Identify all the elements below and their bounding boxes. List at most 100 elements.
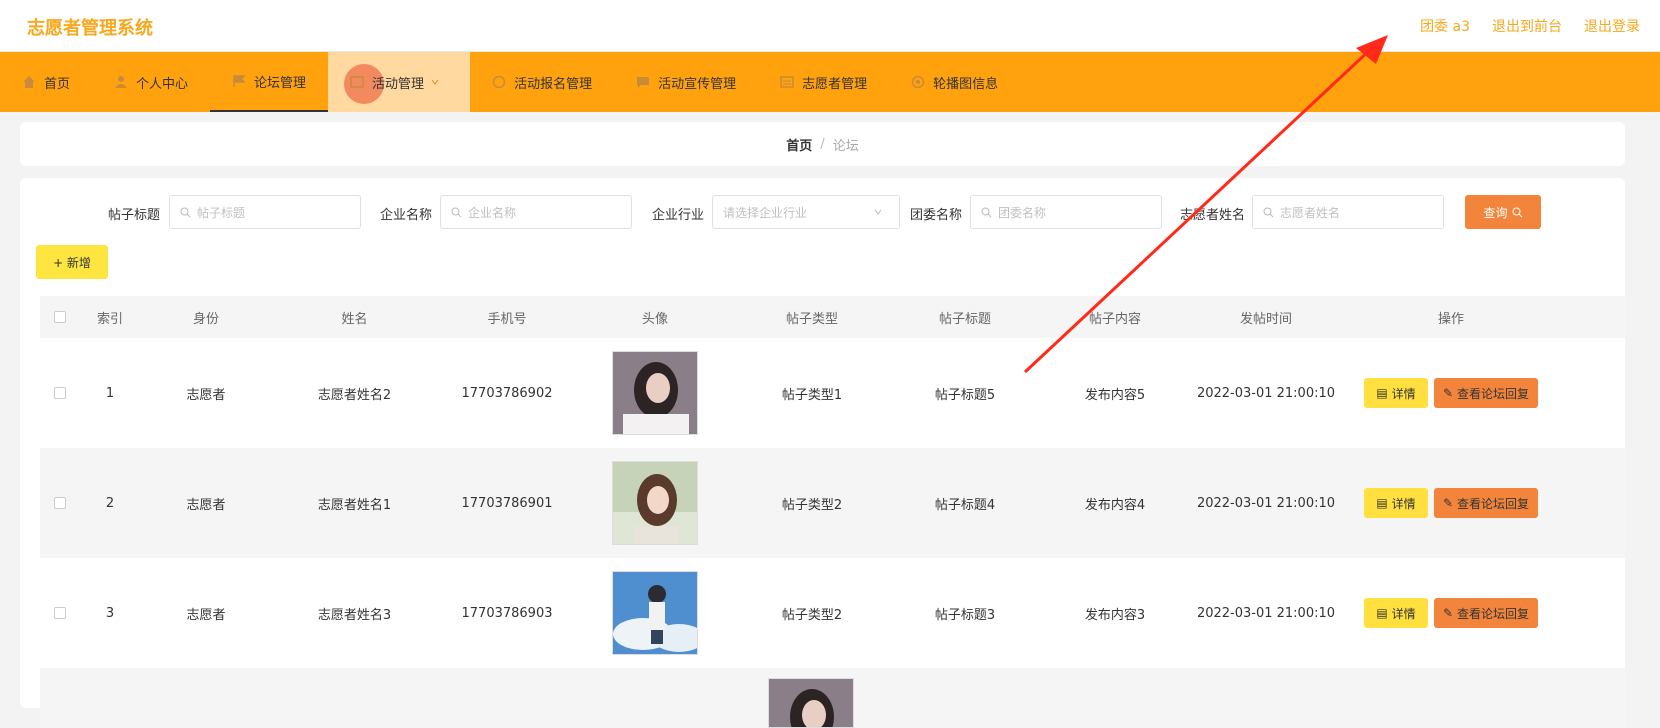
header-actions: 操作 [1437, 311, 1464, 327]
cell-phone: 17703786903 [461, 605, 553, 621]
search-icon [1512, 207, 1522, 217]
league-input[interactable]: 团委名称 [970, 195, 1162, 229]
edit-icon: ✎ [1442, 496, 1454, 510]
cell-type: 帖子类型2 [781, 497, 843, 513]
cell-phone: 17703786902 [461, 385, 553, 401]
nav-item-forum[interactable]: 论坛管理 [210, 52, 329, 112]
view-reply-button[interactable]: ✎ 查看论坛回复 [1434, 378, 1538, 408]
logout-link[interactable]: 退出登录 [1584, 16, 1640, 36]
nav-item-promo[interactable]: 活动宣传管理 [614, 52, 758, 112]
cell-title: 帖子标题4 [934, 497, 996, 513]
signup-icon [492, 75, 506, 89]
list-icon [780, 76, 794, 88]
checkbox-cell [40, 607, 80, 619]
select-all-checkbox[interactable] [54, 311, 66, 323]
cell-avatar [733, 668, 889, 728]
search-icon [180, 207, 191, 217]
main-nav: 首页 个人中心 论坛管理 活动管理 活动报名管理 活动宣传管理 志愿者管理 轮播… [0, 52, 1660, 112]
detail-icon: ▤ [1376, 606, 1388, 620]
header-name: 姓名 [341, 311, 368, 327]
edit-icon: ✎ [1442, 606, 1454, 620]
avatar-image [612, 351, 698, 435]
front-link[interactable]: 退出到前台 [1492, 16, 1562, 36]
detail-label: 详情 [1391, 496, 1416, 511]
title-input[interactable]: 帖子标题 [169, 195, 361, 229]
reply-label: 查看论坛回复 [1457, 606, 1530, 621]
search-bar: 帖子标题 帖子标题 企业名称 企业名称 企业行业 请选择企业行业 团委名称 团委… [20, 192, 1625, 232]
header-title: 帖子标题 [938, 311, 991, 327]
nav-label: 首页 [44, 76, 71, 92]
cell-title: 帖子标题3 [934, 607, 996, 623]
chat-icon [637, 77, 650, 88]
nav-item-volunteer[interactable]: 志愿者管理 [758, 52, 889, 112]
nav-label: 个人中心 [136, 76, 189, 92]
breadcrumb-home[interactable]: 首页 [786, 135, 812, 154]
image-icon [911, 75, 925, 89]
nav-item-signup[interactable]: 活动报名管理 [470, 52, 614, 112]
header-type: 帖子类型 [785, 311, 838, 327]
title-label: 帖子标题 [108, 208, 161, 223]
cell-type: 帖子类型1 [781, 387, 843, 403]
cell-actions: ▤ 详情 ✎ 查看论坛回复 [1341, 598, 1561, 628]
cell-content: 发布内容4 [1084, 497, 1146, 513]
cell-type: 帖子类型2 [781, 607, 843, 623]
nav-label: 论坛管理 [254, 75, 307, 91]
user-icon [115, 76, 128, 88]
cell-role: 志愿者 [186, 497, 226, 513]
table-row [40, 668, 1625, 728]
user-label[interactable]: 团委 a3 [1420, 16, 1470, 36]
view-reply-button[interactable]: ✎ 查看论坛回复 [1434, 598, 1538, 628]
detail-button[interactable]: ▤ 详情 [1364, 488, 1428, 518]
top-bar: 志愿者管理系统 团委 a3 退出到前台 退出登录 [0, 0, 1660, 52]
detail-icon: ▤ [1376, 386, 1388, 400]
header-role: 身份 [192, 311, 219, 327]
nav-item-carousel[interactable]: 轮播图信息 [889, 52, 1020, 112]
cell-index: 3 [105, 605, 115, 621]
row-checkbox[interactable] [54, 497, 66, 509]
header-time: 发帖时间 [1239, 311, 1292, 327]
flag-icon [233, 75, 246, 87]
row-checkbox[interactable] [54, 387, 66, 399]
company-placeholder: 企业名称 [468, 205, 517, 220]
detail-label: 详情 [1391, 386, 1416, 401]
detail-icon: ▤ [1376, 496, 1388, 510]
avatar-image [612, 461, 698, 545]
nav-item-profile[interactable]: 个人中心 [92, 52, 210, 112]
league-placeholder: 团委名称 [998, 205, 1047, 220]
cell-time: 2022-03-01 21:00:10 [1196, 385, 1336, 401]
avatar-image [768, 678, 854, 728]
cell-title: 帖子标题5 [934, 387, 996, 403]
volunteer-input[interactable]: 志愿者姓名 [1252, 195, 1444, 229]
cell-actions: ▤ 详情 ✎ 查看论坛回复 [1341, 488, 1561, 518]
company-input[interactable]: 企业名称 [440, 195, 632, 229]
nav-label: 活动报名管理 [514, 76, 593, 92]
league-label: 团委名称 [910, 208, 963, 223]
add-label: + 新增 [53, 255, 91, 270]
checkbox-cell [40, 497, 80, 509]
chevron-down-icon [431, 79, 439, 85]
nav-item-activity[interactable]: 活动管理 [328, 52, 471, 112]
cell-name: 志愿者姓名2 [317, 387, 392, 403]
cell-avatar [577, 351, 733, 435]
detail-button[interactable]: ▤ 详情 [1364, 598, 1428, 628]
content-panel: 帖子标题 帖子标题 企业名称 企业名称 企业行业 请选择企业行业 团委名称 团委… [20, 178, 1625, 728]
cell-time: 2022-03-01 21:00:10 [1196, 495, 1336, 511]
cell-role: 志愿者 [186, 387, 226, 403]
industry-placeholder: 请选择企业行业 [723, 205, 808, 220]
company-label: 企业名称 [380, 208, 433, 223]
detail-button[interactable]: ▤ 详情 [1364, 378, 1428, 408]
search-icon [451, 207, 462, 217]
table-row: 1 志愿者 志愿者姓名2 17703786902 帖子类型1 帖子标题5 发布内… [40, 338, 1625, 448]
nav-label: 活动宣传管理 [658, 76, 737, 92]
breadcrumb-separator: / [820, 136, 825, 152]
activity-icon [350, 76, 364, 88]
reply-label: 查看论坛回复 [1457, 496, 1530, 511]
checkbox-cell [40, 387, 80, 399]
row-checkbox[interactable] [54, 607, 66, 619]
nav-item-home[interactable]: 首页 [0, 52, 92, 112]
query-button[interactable]: 查询 [1465, 195, 1541, 229]
industry-select[interactable]: 请选择企业行业 [712, 195, 900, 229]
view-reply-button[interactable]: ✎ 查看论坛回复 [1434, 488, 1538, 518]
add-button[interactable]: + 新增 [36, 245, 108, 279]
cell-index: 1 [105, 385, 115, 401]
